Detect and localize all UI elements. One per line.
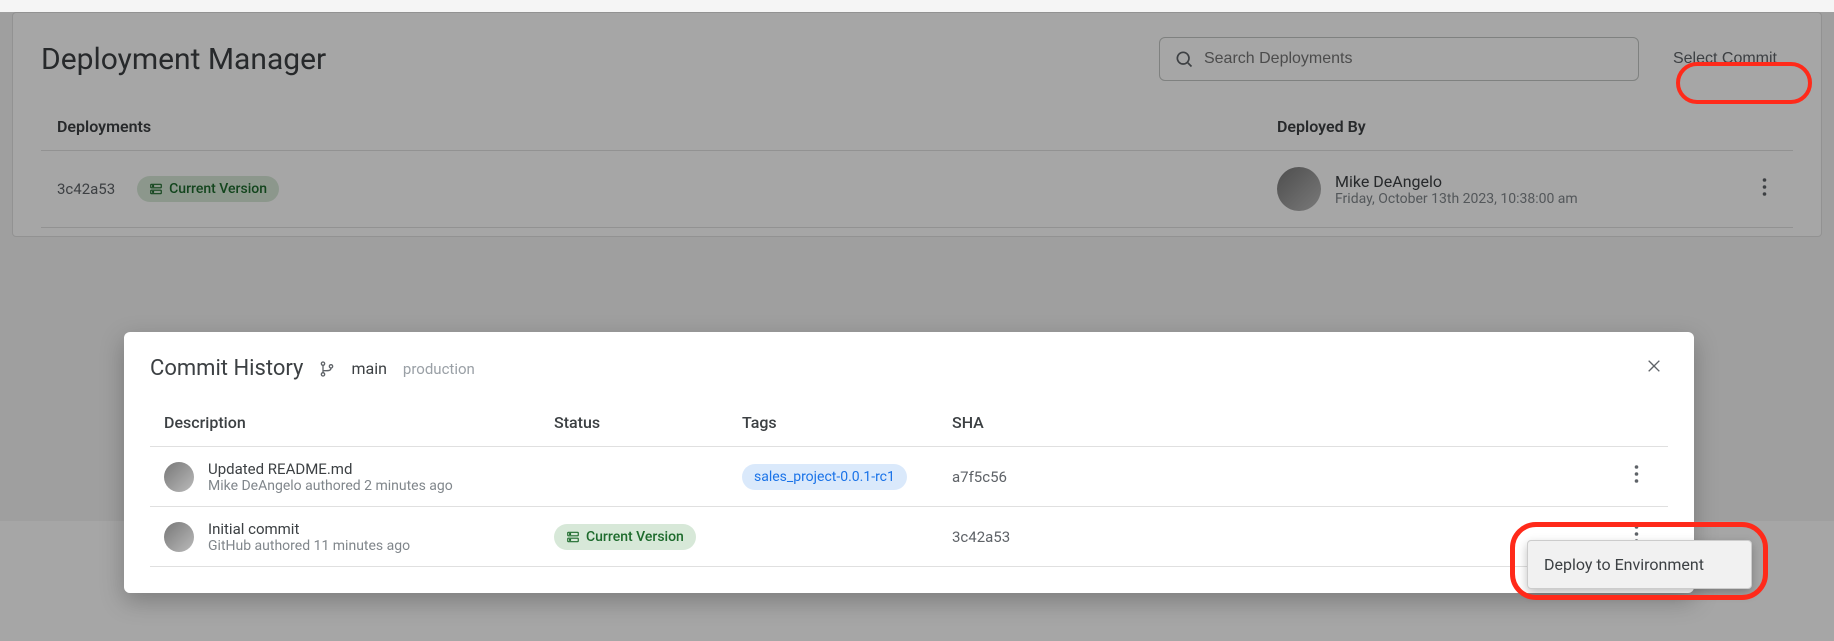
col-tags: Tags: [742, 413, 952, 432]
commit-history-dialog: Commit History main production Descripti…: [124, 332, 1694, 593]
branch-icon: [319, 360, 335, 378]
dialog-title: Commit History: [150, 356, 303, 381]
commit-actions-button[interactable]: [1624, 459, 1649, 494]
col-sha: SHA: [952, 413, 1624, 432]
branch-name[interactable]: main: [351, 359, 386, 378]
server-icon: [566, 530, 580, 544]
commit-subtitle: Mike DeAngelo authored 2 minutes ago: [208, 478, 453, 494]
commit-tags: sales_project-0.0.1-rc1: [742, 464, 952, 490]
commit-desc: Updated README.md Mike DeAngelo authored…: [164, 460, 554, 494]
col-status: Status: [554, 413, 742, 432]
commit-title: Updated README.md: [208, 460, 453, 478]
avatar: [164, 462, 194, 492]
commit-row[interactable]: Initial commit GitHub authored 11 minute…: [150, 507, 1668, 567]
current-version-badge: Current Version: [554, 524, 696, 550]
col-description: Description: [164, 413, 554, 432]
environment-name[interactable]: production: [403, 360, 475, 378]
avatar: [164, 522, 194, 552]
close-icon: [1646, 358, 1662, 374]
tag-chip[interactable]: sales_project-0.0.1-rc1: [742, 464, 907, 490]
badge-label: Current Version: [586, 529, 684, 545]
dialog-title-row: Commit History main production: [150, 356, 475, 381]
commit-row[interactable]: Updated README.md Mike DeAngelo authored…: [150, 447, 1668, 507]
commit-title: Initial commit: [208, 520, 410, 538]
commit-desc: Initial commit GitHub authored 11 minute…: [164, 520, 554, 554]
commit-subtitle: GitHub authored 11 minutes ago: [208, 538, 410, 554]
deploy-menu-item[interactable]: Deploy to Environment: [1527, 540, 1752, 589]
commit-table-head: Description Status Tags SHA: [150, 413, 1668, 447]
close-button[interactable]: [1640, 352, 1668, 385]
kebab-icon: [1634, 465, 1639, 483]
commit-sha: a7f5c56: [952, 468, 1624, 486]
deploy-label: Deploy to Environment: [1544, 555, 1704, 574]
commit-status: Current Version: [554, 524, 742, 550]
dialog-header: Commit History main production: [150, 352, 1668, 385]
commit-sha: 3c42a53: [952, 528, 1624, 546]
